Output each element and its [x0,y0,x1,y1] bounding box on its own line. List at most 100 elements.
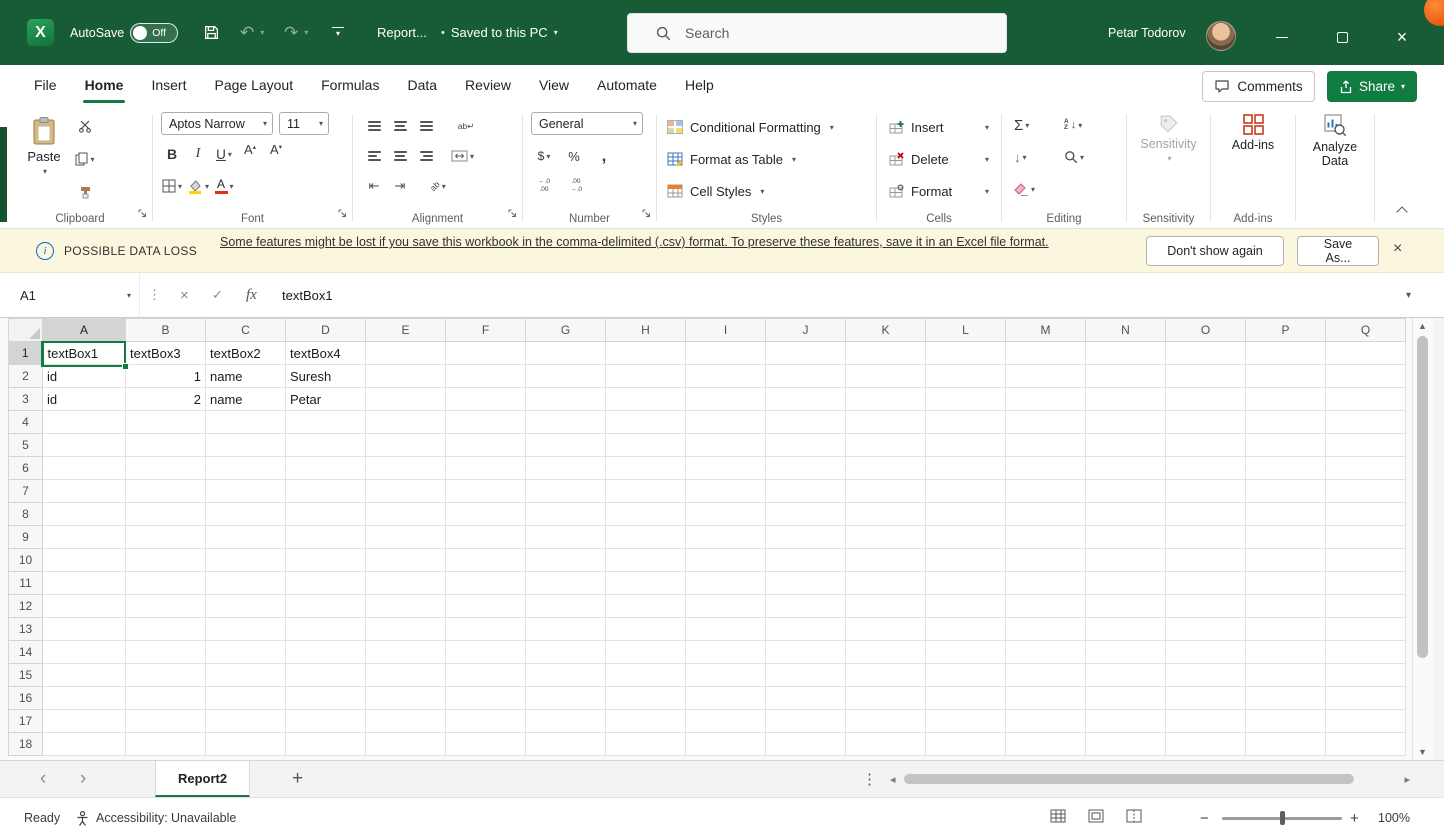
cell-B1[interactable]: textBox3 [125,341,206,365]
cell-N14[interactable] [1085,640,1166,664]
underline-button[interactable]: U ▾ [213,142,235,166]
cell-G6[interactable] [525,456,606,480]
cell-L5[interactable] [925,433,1006,457]
cell-P13[interactable] [1245,617,1326,641]
addins-button[interactable]: Add-ins [1211,114,1295,152]
cell-M2[interactable] [1005,364,1086,388]
cell-Q3[interactable] [1325,387,1406,411]
cell-O1[interactable] [1165,341,1246,365]
page-layout-view-button[interactable] [1088,809,1104,828]
increase-decimal-button[interactable]: ←.0.00 [533,174,555,198]
cell-I6[interactable] [685,456,766,480]
cell-A5[interactable] [42,433,126,457]
cell-F5[interactable] [445,433,526,457]
col-header-N[interactable]: N [1085,318,1166,342]
cell-I4[interactable] [685,410,766,434]
cell-Q1[interactable] [1325,341,1406,365]
cell-A14[interactable] [42,640,126,664]
percent-style-button[interactable]: % [563,144,585,168]
cell-N17[interactable] [1085,709,1166,733]
cell-Q11[interactable] [1325,571,1406,595]
insert-cells-button[interactable]: Insert ▾ [889,114,989,140]
vertical-scroll-thumb[interactable] [1417,336,1428,658]
cell-K3[interactable] [845,387,926,411]
cell-F9[interactable] [445,525,526,549]
save-button[interactable] [203,0,220,65]
cell-Q7[interactable] [1325,479,1406,503]
tab-insert[interactable]: Insert [137,65,200,106]
autosave-control[interactable]: AutoSave Off [70,0,179,65]
cell-K15[interactable] [845,663,926,687]
cell-N2[interactable] [1085,364,1166,388]
cell-G4[interactable] [525,410,606,434]
cell-C10[interactable] [205,548,286,572]
cell-J14[interactable] [765,640,846,664]
cell-M15[interactable] [1005,663,1086,687]
cell-P3[interactable] [1245,387,1326,411]
cell-D18[interactable] [285,732,366,756]
vertical-scrollbar[interactable]: ▲ ▼ [1412,318,1432,760]
center-button[interactable] [389,144,411,168]
cell-L16[interactable] [925,686,1006,710]
scroll-right-icon[interactable]: ▸ [1404,766,1410,792]
cell-I9[interactable] [685,525,766,549]
cell-J9[interactable] [765,525,846,549]
cell-P1[interactable] [1245,341,1326,365]
cell-J16[interactable] [765,686,846,710]
cell-M12[interactable] [1005,594,1086,618]
row-header-9[interactable]: 9 [8,525,43,549]
decrease-decimal-button[interactable]: .00 →.0 [565,174,587,198]
row-header-3[interactable]: 3 [8,387,43,411]
cell-D17[interactable] [285,709,366,733]
cell-H14[interactable] [605,640,686,664]
cell-A17[interactable] [42,709,126,733]
cell-B16[interactable] [125,686,206,710]
col-header-I[interactable]: I [685,318,766,342]
cell-E12[interactable] [365,594,446,618]
account-name[interactable]: Petar Todorov [1108,0,1186,65]
cell-M18[interactable] [1005,732,1086,756]
cell-A16[interactable] [42,686,126,710]
cell-Q8[interactable] [1325,502,1406,526]
formula-bar-handle[interactable]: ⋮ [148,273,161,317]
cell-F15[interactable] [445,663,526,687]
bold-button[interactable]: B [161,142,183,166]
cell-B15[interactable] [125,663,206,687]
undo-button[interactable]: ↶ ▾ [240,0,264,65]
cell-D9[interactable] [285,525,366,549]
cell-O10[interactable] [1165,548,1246,572]
cell-L2[interactable] [925,364,1006,388]
sensitivity-button[interactable]: Sensitivity ▾ [1127,114,1210,163]
cell-B10[interactable] [125,548,206,572]
cell-B18[interactable] [125,732,206,756]
cell-D16[interactable] [285,686,366,710]
cell-G17[interactable] [525,709,606,733]
cell-K1[interactable] [845,341,926,365]
cell-O13[interactable] [1165,617,1246,641]
redo-button[interactable]: ↷ ▾ [284,0,308,65]
cell-M16[interactable] [1005,686,1086,710]
cell-K4[interactable] [845,410,926,434]
orientation-button[interactable]: ab ▾ [427,174,449,198]
cell-K8[interactable] [845,502,926,526]
decrease-font-size-button[interactable]: A ▾ [265,142,287,166]
saved-status-button[interactable]: • Saved to this PC ▾ [441,0,558,65]
zoom-in-button[interactable]: + [1350,798,1359,837]
cell-I14[interactable] [685,640,766,664]
cell-Q14[interactable] [1325,640,1406,664]
notification-message-link[interactable]: Some features might be lost if you save … [220,234,1132,250]
cell-F10[interactable] [445,548,526,572]
cell-G5[interactable] [525,433,606,457]
cell-M17[interactable] [1005,709,1086,733]
normal-view-button[interactable] [1050,809,1066,828]
cell-G10[interactable] [525,548,606,572]
cell-H10[interactable] [605,548,686,572]
cell-C6[interactable] [205,456,286,480]
font-color-button[interactable]: A ▾ [213,174,235,198]
notification-close-icon[interactable]: × [1393,241,1402,257]
cell-M5[interactable] [1005,433,1086,457]
find-select-button[interactable]: ▾ [1064,144,1084,170]
cell-B8[interactable] [125,502,206,526]
cell-C2[interactable]: name [205,364,286,388]
cell-H9[interactable] [605,525,686,549]
